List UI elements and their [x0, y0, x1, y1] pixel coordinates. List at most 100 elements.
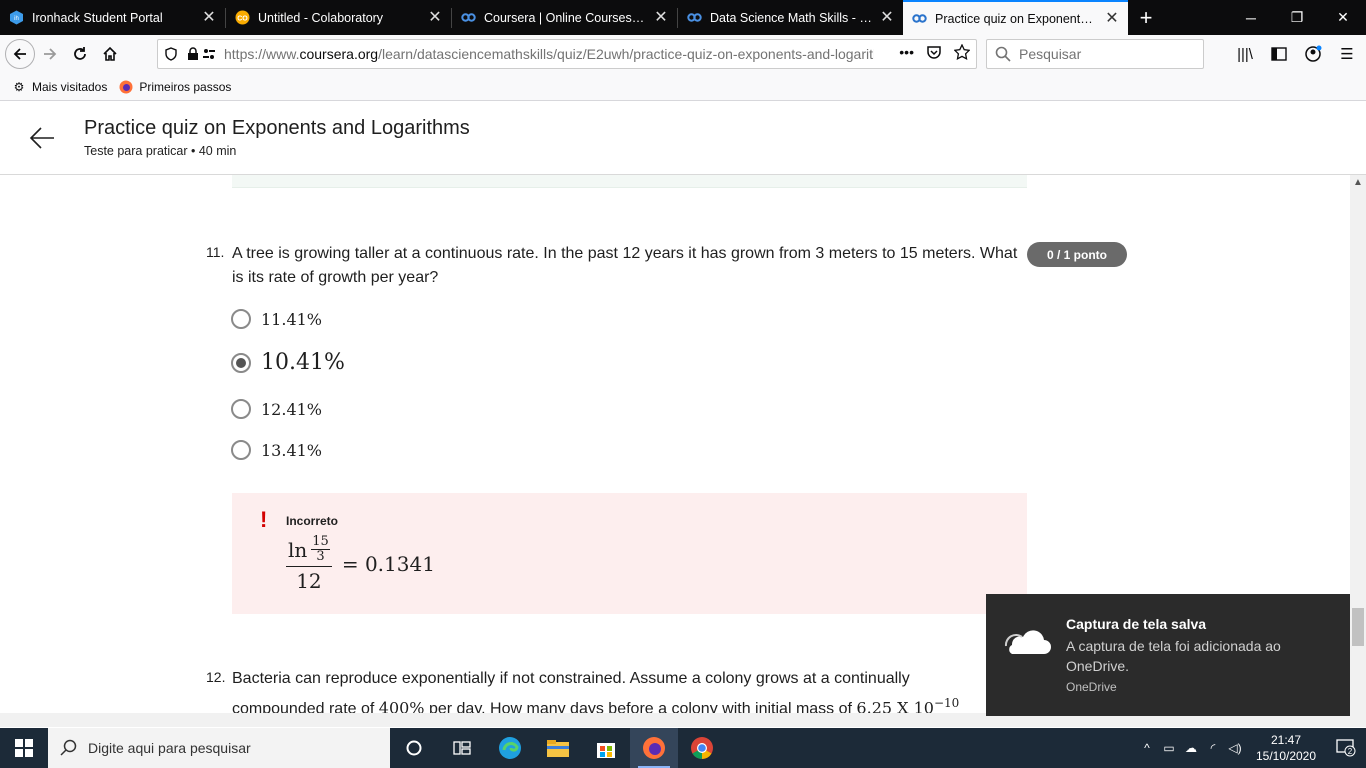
action-center-icon[interactable]: 2 — [1326, 739, 1366, 757]
back-arrow-icon[interactable] — [28, 124, 56, 152]
formula-numerator: ln 15 3 — [286, 535, 332, 567]
radio-button[interactable] — [231, 440, 251, 460]
svg-text:ih: ih — [14, 16, 19, 22]
windows-logo-icon — [15, 739, 33, 757]
option-label: 11.41% — [261, 309, 323, 329]
option-13-41[interactable]: 13.41% — [231, 440, 322, 460]
reload-button[interactable] — [65, 39, 95, 69]
inner-numerator: 15 — [311, 534, 330, 550]
store-icon[interactable] — [582, 728, 630, 768]
tab-title: Ironhack Student Portal — [32, 10, 163, 25]
clock[interactable]: 21:47 15/10/2020 — [1246, 732, 1326, 764]
radio-button[interactable] — [231, 309, 251, 329]
feedback-formula: ln 15 3 12 = 0.1341 — [286, 535, 435, 593]
onedrive-cloud-icon — [1004, 630, 1051, 654]
option-label: 12.41% — [261, 399, 323, 419]
restore-icon[interactable]: ❐ — [1274, 0, 1320, 35]
edge-icon[interactable] — [486, 728, 534, 768]
windows-taskbar: Digite aqui para pesquisar ^ ▭ ☁ ◜ ◁) 21… — [0, 728, 1366, 768]
question-number: 11. — [206, 244, 225, 260]
close-icon[interactable]: ✕ — [427, 9, 443, 26]
search-placeholder: Pesquisar — [1019, 46, 1082, 62]
library-icon[interactable]: |||\ — [1234, 39, 1256, 69]
url-actions: ••• — [899, 43, 971, 63]
coursera-icon — [912, 11, 927, 26]
page-subtitle: Teste para praticar • 40 min — [84, 144, 237, 158]
chevron-up-icon[interactable]: ^ — [1136, 741, 1158, 755]
formula-fraction: ln 15 3 12 — [286, 535, 332, 593]
tab-coursera[interactable]: Coursera | Online Courses & Cre ✕ — [452, 0, 677, 35]
bookmark-getting-started[interactable]: Primeiros passos — [119, 80, 231, 94]
coursera-icon — [687, 10, 702, 25]
inner-denominator: 3 — [316, 549, 325, 564]
pocket-icon[interactable] — [926, 44, 942, 63]
cortana-icon[interactable] — [390, 728, 438, 768]
chrome-icon[interactable] — [678, 728, 726, 768]
mass-value: 6.25 X 10 — [856, 698, 934, 713]
bookmarks-toolbar: ⚙ Mais visitados Primeiros passos — [0, 73, 1366, 101]
start-button[interactable] — [0, 728, 48, 768]
notification-toast[interactable]: Captura de tela salva A captura de tela … — [986, 594, 1350, 716]
toolbar-right: |||\ ☰ — [1234, 39, 1358, 69]
page-actions-icon[interactable]: ••• — [899, 44, 914, 63]
tab-title: Practice quiz on Exponents and — [935, 11, 1098, 26]
mass-exponent: −10 — [933, 696, 960, 710]
search-bar[interactable]: Pesquisar — [986, 39, 1204, 69]
wifi-icon[interactable]: ◜ — [1202, 741, 1224, 755]
volume-icon[interactable]: ◁) — [1224, 741, 1246, 755]
incorrect-icon: ! — [260, 507, 268, 532]
tab-colab[interactable]: CO Untitled - Colaboratory ✕ — [226, 0, 451, 35]
arrow-left-icon — [13, 48, 26, 60]
score-badge: 0 / 1 ponto — [1027, 242, 1127, 267]
previous-feedback-box — [232, 175, 1027, 188]
firefox-taskbar-icon[interactable] — [630, 728, 678, 768]
radio-button[interactable] — [231, 399, 251, 419]
question-text: A tree is growing taller at a continuous… — [232, 245, 1018, 286]
quiz-header: Practice quiz on Exponents and Logarithm… — [0, 102, 1366, 175]
sidebar-icon[interactable] — [1268, 39, 1290, 69]
option-10-41[interactable]: 10.41% — [231, 350, 345, 375]
home-button[interactable] — [95, 39, 125, 69]
minimize-icon[interactable]: ─ — [1228, 0, 1274, 35]
option-11-41[interactable]: 11.41% — [231, 309, 322, 329]
close-icon[interactable]: ✕ — [879, 9, 895, 26]
toast-source: OneDrive — [1066, 680, 1117, 694]
close-icon[interactable]: ✕ — [653, 9, 669, 26]
battery-icon[interactable]: ▭ — [1158, 741, 1180, 755]
taskbar-search[interactable]: Digite aqui para pesquisar — [48, 728, 390, 768]
scrollbar-thumb[interactable] — [1352, 608, 1364, 646]
onedrive-tray-icon[interactable]: ☁ — [1180, 741, 1202, 755]
close-icon[interactable]: ✕ — [1104, 10, 1120, 27]
task-view-icon[interactable] — [438, 728, 486, 768]
new-tab-button[interactable]: + — [1128, 0, 1164, 35]
scroll-up-icon[interactable]: ▲ — [1350, 177, 1366, 188]
tab-data-science-math[interactable]: Data Science Math Skills - Págin ✕ — [678, 0, 903, 35]
menu-icon[interactable]: ☰ — [1336, 39, 1358, 69]
vertical-scrollbar[interactable]: ▲ — [1350, 175, 1366, 713]
file-explorer-icon[interactable] — [534, 728, 582, 768]
forward-button[interactable] — [35, 39, 65, 69]
back-button[interactable] — [5, 39, 35, 69]
toast-title: Captura de tela salva — [1066, 616, 1207, 632]
close-window-icon[interactable]: ✕ — [1320, 0, 1366, 35]
address-bar[interactable]: https://www.coursera.org/learn/datascien… — [157, 39, 977, 69]
tab-title: Coursera | Online Courses & Cre — [484, 10, 647, 25]
page-title: Practice quiz on Exponents and Logarithm… — [84, 117, 470, 139]
lock-icon — [188, 47, 198, 60]
option-label: 13.41% — [261, 440, 323, 460]
clock-date: 15/10/2020 — [1255, 749, 1317, 763]
ln-symbol: ln — [288, 537, 308, 562]
tab-ironhack[interactable]: ih Ironhack Student Portal ✕ — [0, 0, 225, 35]
radio-button-selected[interactable] — [231, 352, 251, 373]
tab-practice-quiz[interactable]: Practice quiz on Exponents and ✕ — [903, 0, 1128, 35]
account-icon[interactable] — [1302, 39, 1324, 69]
option-12-41[interactable]: 12.41% — [231, 399, 322, 419]
bookmark-star-icon[interactable] — [953, 43, 971, 63]
close-icon[interactable]: ✕ — [201, 9, 217, 26]
permissions-icon — [203, 49, 215, 59]
svg-text:CO: CO — [237, 16, 248, 23]
feedback-status: Incorreto — [286, 514, 339, 528]
tab-strip: ih Ironhack Student Portal ✕ CO Untitled… — [0, 0, 1366, 35]
arrow-right-icon — [44, 48, 57, 60]
bookmark-most-visited[interactable]: ⚙ Mais visitados — [12, 80, 108, 94]
